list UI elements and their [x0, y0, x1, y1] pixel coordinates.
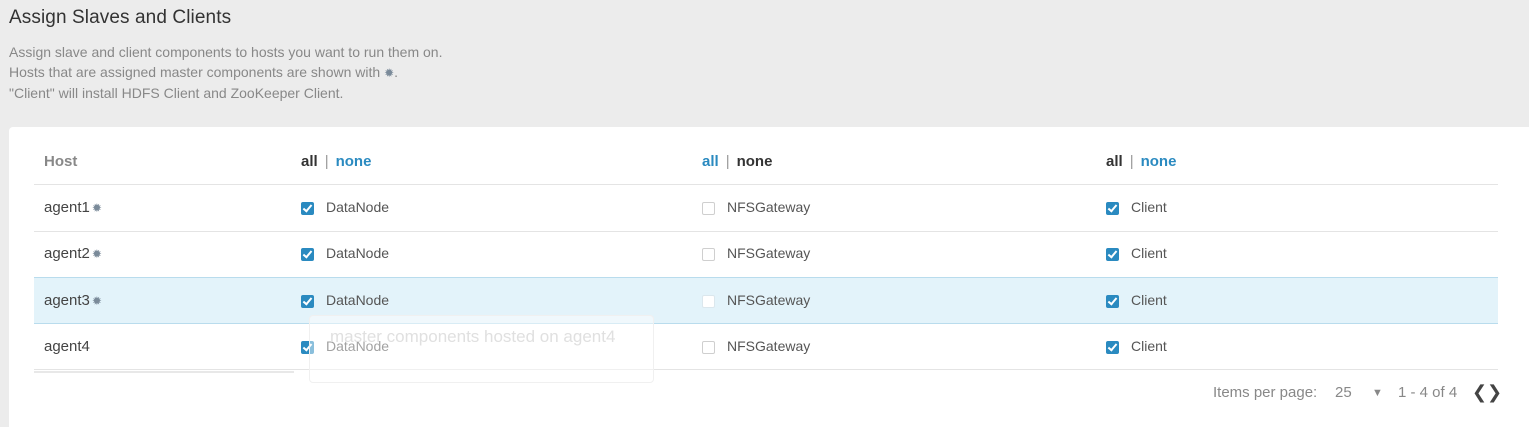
- description-line-3: "Client" will install HDFS Client and Zo…: [9, 85, 344, 101]
- items-per-page-label: Items per page:: [1213, 384, 1318, 401]
- host-name: agent4: [44, 338, 90, 355]
- host-column-header: Host: [44, 153, 78, 170]
- host-cell: agent4: [44, 338, 90, 355]
- page-title: Assign Slaves and Clients: [9, 7, 232, 28]
- description-line-1: Assign slave and client components to ho…: [9, 44, 443, 60]
- nfsgateway-checkbox[interactable]: [702, 248, 715, 261]
- master-components-tooltip: master components hosted on agent4: [309, 315, 654, 383]
- host-cell: agent1 ✹: [44, 199, 102, 216]
- nfsgateway-checkbox[interactable]: [702, 202, 715, 215]
- client-column-header: all | none: [1106, 153, 1176, 170]
- nfsgateway-label: NFSGateway: [727, 245, 811, 261]
- asterisk-icon: ✹: [384, 66, 395, 80]
- caret-down-icon[interactable]: ▼: [1372, 387, 1383, 399]
- nfsgateway-select-none[interactable]: none: [737, 153, 773, 170]
- table-row: agent2 ✹ DataNode NFSGateway Client: [34, 231, 1498, 277]
- nfsgateway-checkbox[interactable]: [702, 341, 715, 354]
- chevron-left-icon[interactable]: ❮: [1472, 382, 1487, 403]
- asterisk-icon: ✹: [91, 201, 102, 215]
- datanode-column-header: all | none: [301, 153, 371, 170]
- nfsgateway-label: NFSGateway: [727, 199, 811, 215]
- client-label: Client: [1131, 338, 1167, 354]
- host-cell: agent2 ✹: [44, 245, 102, 262]
- header-separator: |: [324, 153, 329, 170]
- description-line-2-end: .: [394, 64, 399, 80]
- asterisk-icon: ✹: [91, 247, 102, 261]
- client-label: Client: [1131, 292, 1167, 308]
- host-cell: agent3 ✹: [44, 292, 102, 309]
- host-column-bottom-border: [34, 371, 294, 373]
- nfsgateway-label: NFSGateway: [727, 338, 811, 354]
- table-row: agent1 ✹ DataNode NFSGateway Client: [34, 185, 1498, 231]
- host-name: agent2: [44, 245, 90, 262]
- client-select-all[interactable]: all: [1106, 153, 1123, 170]
- table-row: agent4 DataNode NFSGateway Client: [34, 324, 1498, 370]
- client-checkbox[interactable]: [1106, 202, 1119, 215]
- assignment-panel: Host all | none all | none all | none agent1 ✹ …: [9, 127, 1529, 427]
- client-select-none[interactable]: none: [1141, 153, 1177, 170]
- datanode-label: DataNode: [326, 292, 390, 308]
- table-row-highlighted: agent3 ✹ DataNode NFSGateway Client: [34, 278, 1498, 324]
- client-checkbox[interactable]: [1106, 295, 1119, 308]
- asterisk-icon: ✹: [91, 294, 102, 308]
- header-separator: |: [1129, 153, 1134, 170]
- nfsgateway-checkbox[interactable]: [702, 295, 715, 308]
- client-checkbox[interactable]: [1106, 341, 1119, 354]
- client-checkbox[interactable]: [1106, 248, 1119, 261]
- datanode-label: DataNode: [326, 245, 390, 261]
- datanode-checkbox[interactable]: [301, 295, 314, 308]
- datanode-select-all[interactable]: all: [301, 153, 318, 170]
- row-divider: [34, 369, 1498, 370]
- nfsgateway-select-all[interactable]: all: [702, 153, 719, 170]
- nfsgateway-label: NFSGateway: [727, 292, 811, 308]
- tooltip-text: master components hosted on agent4: [330, 327, 616, 346]
- datanode-label: DataNode: [326, 199, 390, 215]
- client-label: Client: [1131, 245, 1167, 261]
- host-name: agent3: [44, 292, 90, 309]
- nfsgateway-column-header: all | none: [702, 153, 772, 170]
- datanode-checkbox[interactable]: [301, 202, 314, 215]
- description-line-2-text: Hosts that are assigned master component…: [9, 64, 381, 80]
- header-separator: |: [725, 153, 730, 170]
- datanode-select-none[interactable]: none: [336, 153, 372, 170]
- chevron-right-icon[interactable]: ❯: [1487, 382, 1502, 403]
- host-name: agent1: [44, 199, 90, 216]
- page-range: 1 - 4 of 4: [1398, 384, 1458, 401]
- client-label: Client: [1131, 199, 1167, 215]
- description: Assign slave and client components to ho…: [9, 42, 442, 103]
- description-line-2: Hosts that are assigned master component…: [9, 62, 442, 83]
- datanode-checkbox[interactable]: [301, 248, 314, 261]
- page-size-select[interactable]: 25: [1335, 384, 1352, 401]
